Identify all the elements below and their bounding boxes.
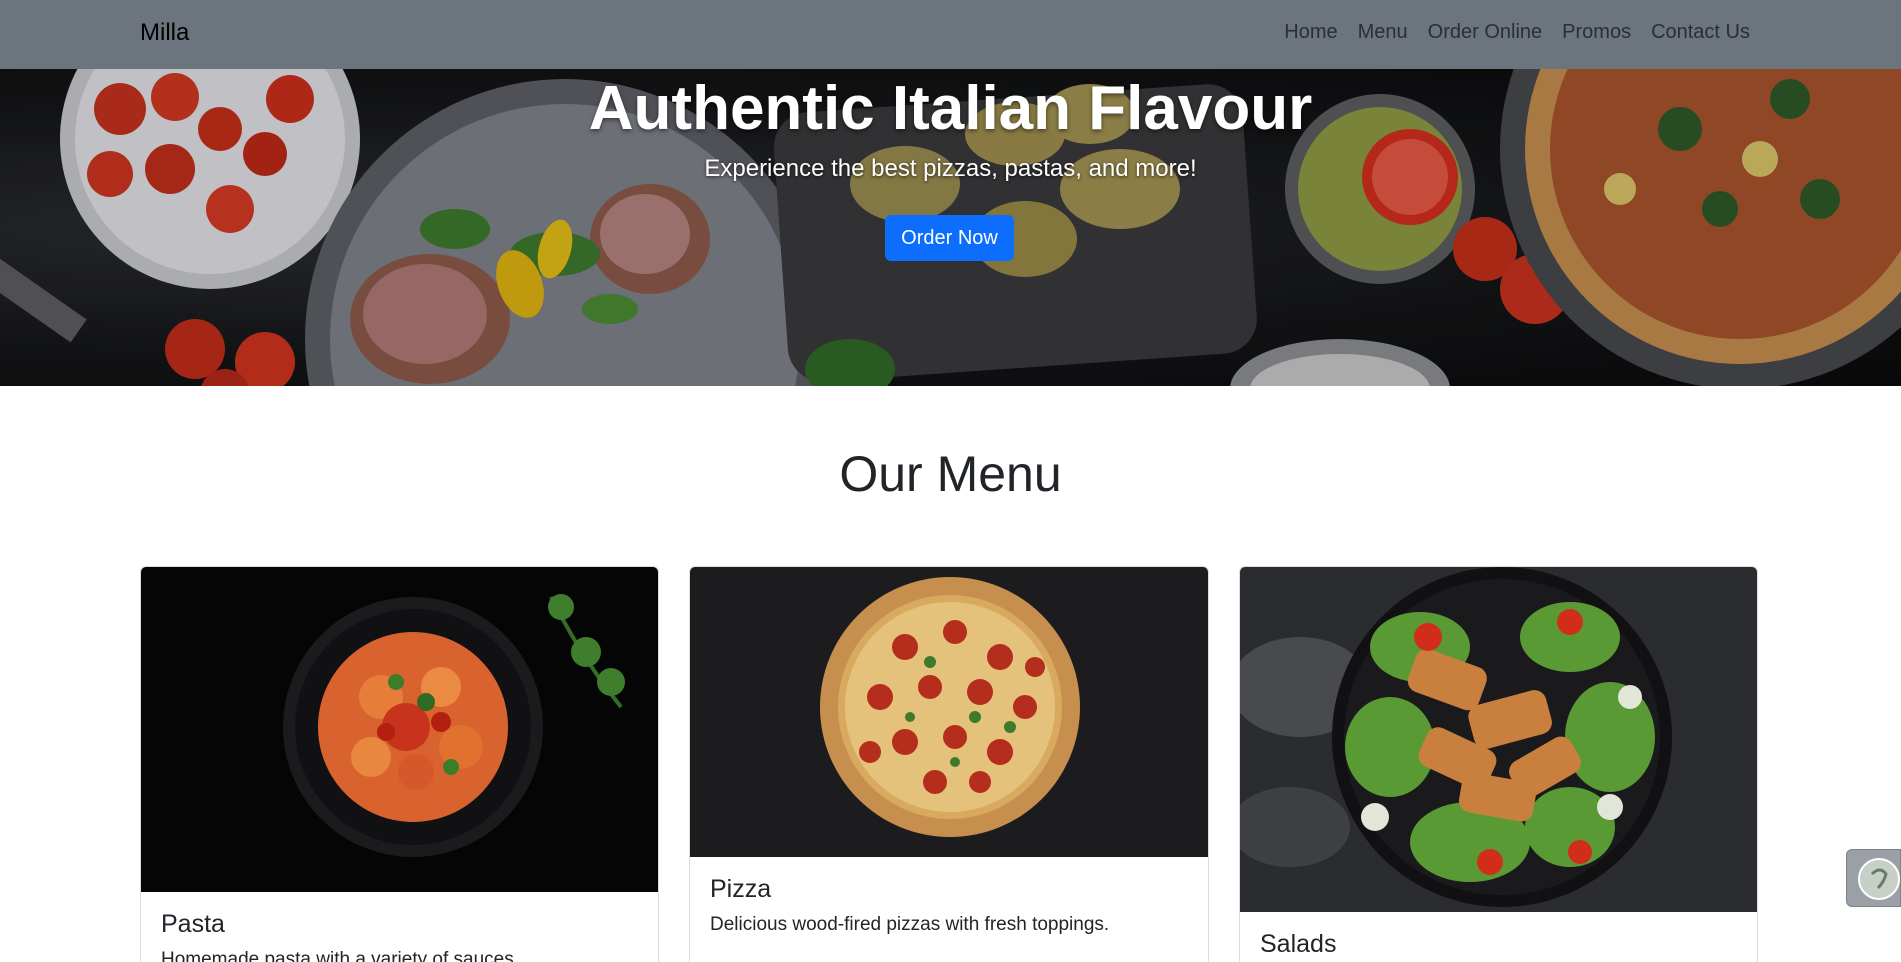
nav-links: Home Menu Order Online Promos Contact Us — [1264, 21, 1750, 44]
card-text-pasta: Homemade pasta with a variety of sauces. — [161, 949, 520, 962]
pasta-image — [141, 567, 658, 892]
helper-icon — [1858, 858, 1900, 900]
pizza-image — [690, 567, 1208, 857]
hero-subtitle: Experience the best pizzas, pastas, and … — [704, 155, 1197, 182]
brand-logo[interactable]: Milla — [140, 19, 189, 47]
nav-link-contact-us[interactable]: Contact Us — [1651, 21, 1750, 44]
nav-link-order-online[interactable]: Order Online — [1428, 21, 1543, 44]
navbar: Milla Home Menu Order Online Promos Cont… — [0, 0, 1901, 69]
card-body: Salads — [1240, 912, 1757, 962]
menu-card-salads[interactable]: Salads — [1239, 566, 1758, 962]
card-text-pizza: Delicious wood-fired pizzas with fresh t… — [710, 914, 1110, 935]
card-title-salads: Salads — [1260, 930, 1337, 958]
card-body: Pasta Homemade pasta with a variety of s… — [141, 892, 658, 962]
card-body: Pizza Delicious wood-fired pizzas with f… — [690, 857, 1208, 954]
nav-link-home[interactable]: Home — [1284, 21, 1337, 44]
order-now-button[interactable]: Order Now — [885, 215, 1014, 261]
hero-banner: Authentic Italian Flavour Experience the… — [0, 69, 1901, 386]
menu-card-pizza[interactable]: Pizza Delicious wood-fired pizzas with f… — [689, 566, 1209, 962]
menu-card-pasta[interactable]: Pasta Homemade pasta with a variety of s… — [140, 566, 659, 962]
nav-link-promos[interactable]: Promos — [1562, 21, 1631, 44]
nav-link-menu[interactable]: Menu — [1358, 21, 1408, 44]
card-title-pizza: Pizza — [710, 875, 772, 903]
menu-section-title: Our Menu — [839, 446, 1062, 502]
salad-image — [1240, 567, 1757, 912]
card-title-pasta: Pasta — [161, 910, 225, 938]
floating-helper-widget[interactable] — [1846, 849, 1901, 907]
hero-title: Authentic Italian Flavour — [588, 74, 1313, 143]
